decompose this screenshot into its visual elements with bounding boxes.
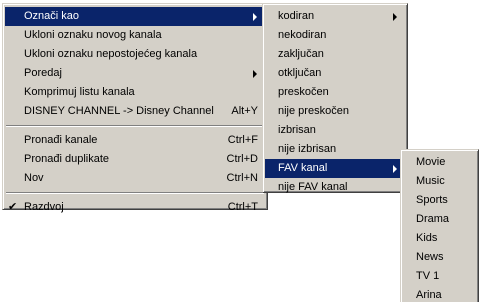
menu-item-label: kodiran xyxy=(278,10,315,22)
submenu-item-nekodiran[interactable]: nekodiran xyxy=(265,26,405,45)
fav-item-sports[interactable]: Sports xyxy=(403,191,476,210)
menu-item-label: Nov xyxy=(24,172,44,184)
context-menu-main: Označi kao Ukloni oznaku novog kanala Uk… xyxy=(2,3,268,213)
menu-item-label: nije preskočen xyxy=(278,105,349,117)
submenu-item-zakljucan[interactable]: zaključan xyxy=(265,45,405,64)
menu-item-shortcut: Ctrl+N xyxy=(226,172,258,184)
menu-item-label: TV 1 xyxy=(416,270,440,282)
submenu-arrow-icon xyxy=(253,70,257,78)
menu-item-label: zaključan xyxy=(278,48,324,60)
fav-item-tv1[interactable]: TV 1 xyxy=(403,267,476,286)
menu-item-label: Poredaj xyxy=(24,67,62,79)
menu-item-label: News xyxy=(416,251,444,263)
menu-item-shortcut: Ctrl+T xyxy=(227,201,258,213)
menu-item-komprimuj[interactable]: Komprimuj listu kanala xyxy=(5,83,265,102)
menu-item-label: Arina xyxy=(416,289,442,301)
menu-item-shortcut: Ctrl+F xyxy=(227,134,258,146)
menu-item-nov[interactable]: Nov Ctrl+N xyxy=(5,169,265,188)
menu-separator xyxy=(6,125,264,127)
menu-item-label: Ukloni oznaku novog kanala xyxy=(24,29,162,41)
menu-item-label: Sports xyxy=(416,194,448,206)
menu-item-label: izbrisan xyxy=(278,124,316,136)
menu-item-pronadji-duplikate[interactable]: Pronađi duplikate Ctrl+D xyxy=(5,150,265,169)
menu-item-label: Music xyxy=(416,175,445,187)
menu-item-shortcut: Alt+Y xyxy=(231,105,258,117)
fav-item-arina[interactable]: Arina xyxy=(403,286,476,302)
menu-item-label: nekodiran xyxy=(278,29,327,41)
submenu-oznaci-kao: kodiran nekodiran zaključan otključan pr… xyxy=(262,3,408,193)
submenu-arrow-icon xyxy=(253,13,257,21)
menu-item-rename-channel[interactable]: DISNEY CHANNEL -> Disney Channel Alt+Y xyxy=(5,102,265,121)
submenu-item-preskocen[interactable]: preskočen xyxy=(265,83,405,102)
submenu-item-nije-fav-kanal[interactable]: nije FAV kanal xyxy=(265,178,405,197)
submenu-item-kodiran[interactable]: kodiran xyxy=(265,7,405,26)
menu-item-label: preskočen xyxy=(278,86,329,98)
menu-item-label: Movie xyxy=(416,156,446,168)
submenu-arrow-icon xyxy=(393,165,397,173)
fav-item-news[interactable]: News xyxy=(403,248,476,267)
menu-item-label: nije FAV kanal xyxy=(278,181,348,193)
fav-item-drama[interactable]: Drama xyxy=(403,210,476,229)
menu-item-label: Drama xyxy=(416,213,450,225)
menu-item-label: Komprimuj listu kanala xyxy=(24,86,135,98)
menu-item-pronadji-kanale[interactable]: Pronađi kanale Ctrl+F xyxy=(5,131,265,150)
menu-item-label: Pronađi duplikate xyxy=(24,153,110,165)
submenu-arrow-icon xyxy=(393,13,397,21)
fav-item-movie[interactable]: Movie xyxy=(403,153,476,172)
menu-item-ukloni-oznaku-novog[interactable]: Ukloni oznaku novog kanala xyxy=(5,26,265,45)
menu-separator xyxy=(6,192,264,194)
menu-item-label: DISNEY CHANNEL -> Disney Channel xyxy=(24,105,214,117)
menu-item-label: Pronađi kanale xyxy=(24,134,98,146)
menu-item-label: nije izbrisan xyxy=(278,143,337,155)
menu-item-razdvoj[interactable]: ✔ Razdvoj Ctrl+T xyxy=(5,198,265,217)
submenu-item-nije-izbrisan[interactable]: nije izbrisan xyxy=(265,140,405,159)
menu-item-oznaci-kao[interactable]: Označi kao xyxy=(5,7,265,26)
submenu-item-fav-kanal[interactable]: FAV kanal xyxy=(265,159,405,178)
fav-item-kids[interactable]: Kids xyxy=(403,229,476,248)
menu-item-label: Označi kao xyxy=(24,10,80,22)
menu-item-label: Ukloni oznaku nepostojećeg kanala xyxy=(24,48,198,60)
menu-item-label: otključan xyxy=(278,67,322,79)
menu-item-shortcut: Ctrl+D xyxy=(226,153,258,165)
submenu-item-otkljucan[interactable]: otključan xyxy=(265,64,405,83)
menu-item-label: Razdvoj xyxy=(24,201,64,213)
submenu-item-nije-preskocen[interactable]: nije preskočen xyxy=(265,102,405,121)
checkmark-icon: ✔ xyxy=(8,201,18,213)
submenu-item-izbrisan[interactable]: izbrisan xyxy=(265,121,405,140)
menu-item-poredaj[interactable]: Poredaj xyxy=(5,64,265,83)
submenu-fav-kanal: Movie Music Sports Drama Kids News TV 1 … xyxy=(400,149,479,302)
menu-item-label: Kids xyxy=(416,232,438,244)
menu-item-label: FAV kanal xyxy=(278,162,328,174)
fav-item-music[interactable]: Music xyxy=(403,172,476,191)
menu-item-ukloni-oznaku-nepostojeceg[interactable]: Ukloni oznaku nepostojećeg kanala xyxy=(5,45,265,64)
